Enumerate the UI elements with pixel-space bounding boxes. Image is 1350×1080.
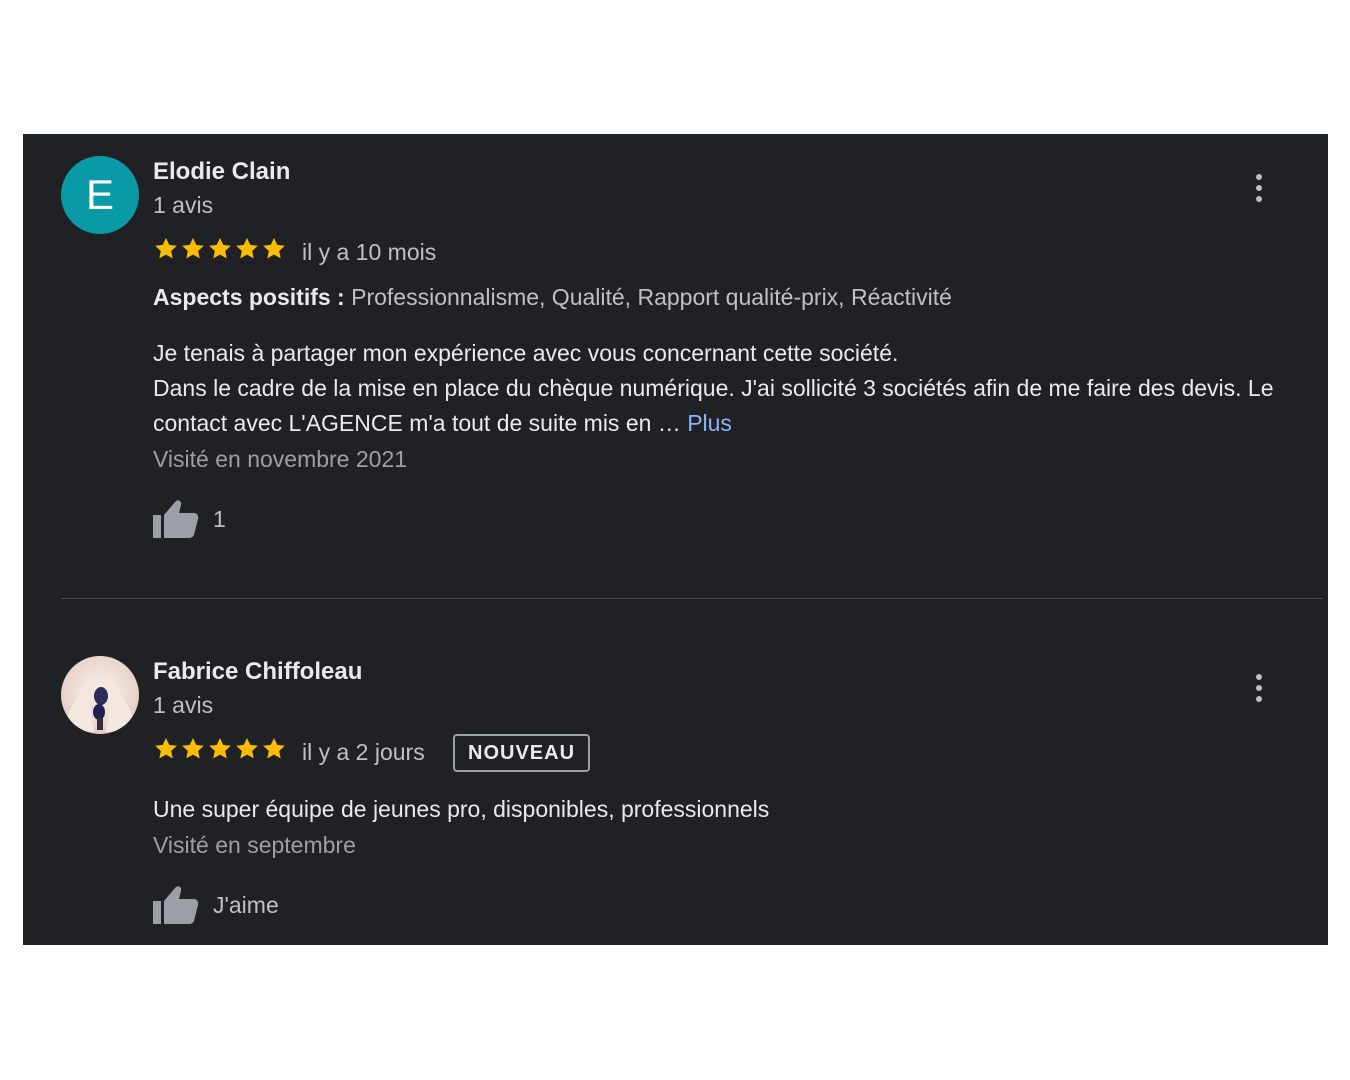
star-icon: [263, 237, 285, 259]
review-text: Une super équipe de jeunes pro, disponib…: [153, 796, 770, 822]
star-icon: [209, 737, 231, 759]
new-badge: NOUVEAU: [453, 734, 591, 772]
avatar[interactable]: [61, 656, 139, 734]
more-vert-icon[interactable]: [1247, 172, 1271, 204]
positive-aspects: Aspects positifs : Professionnalisme, Qu…: [153, 284, 952, 311]
visit-date: Visité en septembre: [153, 832, 356, 858]
like-count: 1: [213, 505, 226, 532]
star-rating: [153, 236, 287, 262]
thumbs-up-icon: [153, 886, 199, 924]
star-icon: [182, 237, 204, 259]
star-rating: [153, 736, 287, 762]
star-icon: [236, 737, 258, 759]
review-count: 1 avis: [153, 192, 214, 218]
star-icon: [263, 737, 285, 759]
aspects-value: Professionnalisme, Qualité, Rapport qual…: [351, 284, 952, 310]
review-text-line: Je tenais à partager mon expérience avec…: [153, 340, 899, 366]
reviewer-name[interactable]: Elodie Clain: [153, 158, 290, 186]
reviews-panel: E Elodie Clain 1 avis il y a 10 mois Asp…: [23, 134, 1328, 945]
user-photo-icon: [63, 674, 137, 732]
star-icon: [209, 237, 231, 259]
reviewer-name[interactable]: Fabrice Chiffoleau: [153, 658, 362, 686]
thumbs-up-icon: [153, 500, 199, 538]
star-icon: [236, 237, 258, 259]
more-vert-icon[interactable]: [1247, 672, 1271, 704]
star-icon: [155, 237, 177, 259]
more-link[interactable]: Plus: [687, 410, 732, 436]
like-button[interactable]: 1: [153, 498, 226, 540]
review-date: il y a 10 mois: [302, 239, 437, 265]
star-icon: [155, 737, 177, 759]
review-date: il y a 2 jours: [302, 739, 425, 765]
star-icon: [182, 737, 204, 759]
review-text: Je tenais à partager mon expérience avec…: [153, 336, 1293, 441]
like-button[interactable]: J'aime: [153, 884, 279, 926]
avatar[interactable]: E: [61, 156, 139, 234]
avatar-letter: E: [85, 171, 114, 218]
visit-date: Visité en novembre 2021: [153, 446, 408, 472]
like-label: J'aime: [213, 891, 279, 918]
aspects-label: Aspects positifs :: [153, 284, 345, 310]
divider: [61, 598, 1323, 599]
review-count: 1 avis: [153, 692, 214, 718]
